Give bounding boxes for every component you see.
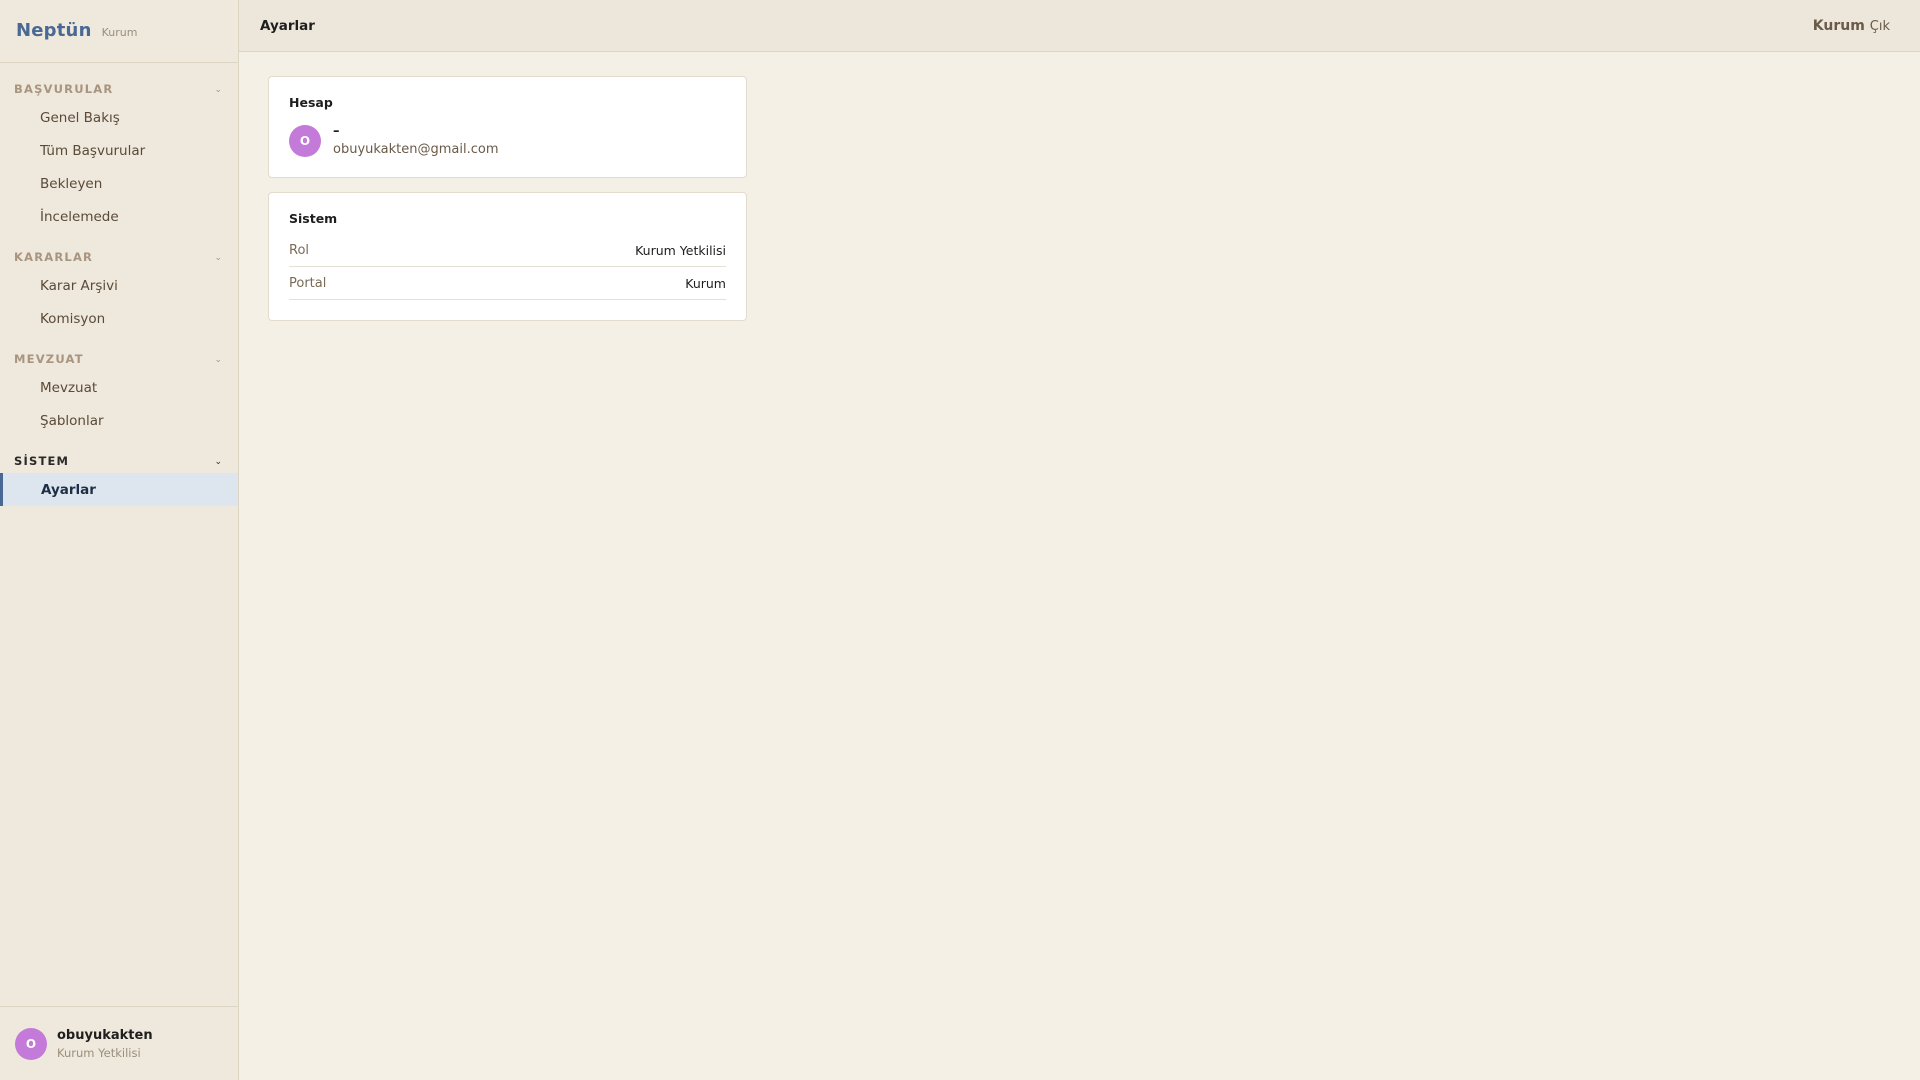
user-profile[interactable]: O obuyukakten Kurum Yetkilisi <box>0 1006 238 1080</box>
sidebar-item-ayarlar[interactable]: Ayarlar <box>0 473 238 506</box>
settings-content: Hesap O – obuyukakten@gmail.com Sistem R… <box>239 52 1920 335</box>
section-title: BAŞVURULAR <box>14 82 114 96</box>
sidebar-item-tum-basvurular[interactable]: Tüm Başvurular <box>0 134 238 167</box>
nav-section-sistem: SİSTEM ⌄ Ayarlar <box>0 449 238 506</box>
info-list: Rol Kurum Yetkilisi Portal Kurum <box>289 234 726 300</box>
nav-section-mevzuat: MEVZUAT ⌄ Mevzuat Şablonlar <box>0 347 238 437</box>
sidebar-item-bekleyen[interactable]: Bekleyen <box>0 167 238 200</box>
portal-label: Kurum <box>1812 17 1865 34</box>
chevron-down-icon: ⌄ <box>214 457 222 467</box>
topbar-right: Kurum Çık <box>1813 18 1890 34</box>
sidebar: Neptün Kurum BAŞVURULAR ⌄ Genel Bakış Tü… <box>0 0 239 1080</box>
nav-section-basvurular: BAŞVURULAR ⌄ Genel Bakış Tüm Başvurular … <box>0 77 238 233</box>
page-title: Ayarlar <box>260 17 315 34</box>
sidebar-item-genel-bakis[interactable]: Genel Bakış <box>0 101 238 134</box>
sidebar-item-sablonlar[interactable]: Şablonlar <box>0 404 238 437</box>
section-header-mevzuat[interactable]: MEVZUAT ⌄ <box>0 347 238 371</box>
info-value: Kurum <box>685 275 726 291</box>
system-card: Sistem Rol Kurum Yetkilisi Portal Kurum <box>268 192 747 321</box>
sidebar-item-incelemede[interactable]: İncelemede <box>0 200 238 233</box>
account-row: O – obuyukakten@gmail.com <box>289 124 726 157</box>
sidebar-item-komisyon[interactable]: Komisyon <box>0 302 238 335</box>
info-row-portal: Portal Kurum <box>289 267 726 300</box>
logout-button[interactable]: Çık <box>1870 19 1890 34</box>
user-meta: obuyukakten Kurum Yetkilisi <box>57 1028 153 1060</box>
section-header-basvurular[interactable]: BAŞVURULAR ⌄ <box>0 77 238 101</box>
sidebar-item-mevzuat[interactable]: Mevzuat <box>0 371 238 404</box>
section-title: SİSTEM <box>14 454 70 468</box>
section-title: MEVZUAT <box>14 352 84 366</box>
account-meta: – obuyukakten@gmail.com <box>333 124 499 157</box>
section-header-kararlar[interactable]: KARARLAR ⌄ <box>0 245 238 269</box>
sidebar-nav: BAŞVURULAR ⌄ Genel Bakış Tüm Başvurular … <box>0 63 238 1006</box>
section-header-sistem[interactable]: SİSTEM ⌄ <box>0 449 238 473</box>
account-name: – <box>333 124 340 139</box>
brand-subtitle: Kurum <box>101 26 138 39</box>
main: Ayarlar Kurum Çık Hesap O – obuyukakten@… <box>239 0 1920 1080</box>
avatar: O <box>15 1027 47 1060</box>
topbar: Ayarlar Kurum Çık <box>239 0 1920 52</box>
chevron-down-icon: ⌄ <box>214 355 222 365</box>
avatar: O <box>289 124 321 157</box>
user-name: obuyukakten <box>57 1027 153 1043</box>
card-title: Hesap <box>289 95 333 110</box>
chevron-down-icon: ⌄ <box>214 85 222 95</box>
info-label: Portal <box>289 275 327 291</box>
section-title: KARARLAR <box>14 250 94 264</box>
app-root: Neptün Kurum BAŞVURULAR ⌄ Genel Bakış Tü… <box>0 0 1920 1080</box>
brand-name: Neptün <box>16 20 92 41</box>
info-row-rol: Rol Kurum Yetkilisi <box>289 234 726 267</box>
user-role: Kurum Yetkilisi <box>57 1045 141 1060</box>
info-value: Kurum Yetkilisi <box>635 242 726 258</box>
brand[interactable]: Neptün Kurum <box>0 0 238 63</box>
account-email: obuyukakten@gmail.com <box>333 142 499 157</box>
sidebar-item-karar-arsivi[interactable]: Karar Arşivi <box>0 269 238 302</box>
nav-section-kararlar: KARARLAR ⌄ Karar Arşivi Komisyon <box>0 245 238 335</box>
account-card: Hesap O – obuyukakten@gmail.com <box>268 76 747 178</box>
chevron-down-icon: ⌄ <box>214 253 222 263</box>
info-label: Rol <box>289 242 310 258</box>
card-title: Sistem <box>289 211 338 226</box>
